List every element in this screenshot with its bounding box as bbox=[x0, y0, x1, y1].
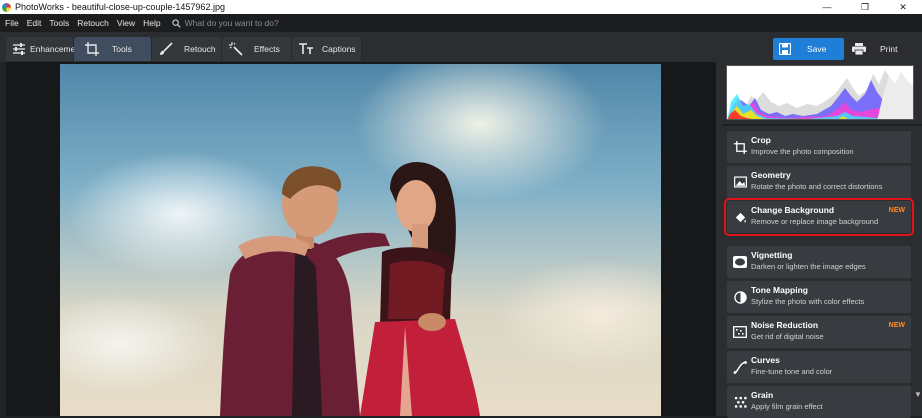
tool-tone-mapping[interactable]: Tone Mapping Stylize the photo with colo… bbox=[727, 281, 911, 313]
search-icon bbox=[172, 18, 181, 28]
menu-file[interactable]: File bbox=[2, 18, 22, 28]
tab-label: Retouch bbox=[184, 44, 216, 54]
menu-help[interactable]: Help bbox=[140, 18, 163, 28]
floppy-disk-icon bbox=[779, 43, 791, 55]
new-badge: NEW bbox=[888, 207, 905, 214]
save-button[interactable]: Save bbox=[773, 38, 844, 60]
tab-label: Tools bbox=[112, 44, 132, 54]
tool-text: Vignetting Darken or lighten the image e… bbox=[751, 246, 866, 272]
sliders-icon bbox=[12, 41, 26, 57]
tab-tools[interactable]: Tools bbox=[74, 37, 152, 61]
tool-description: Stylize the photo with color effects bbox=[751, 297, 865, 306]
tool-change-background[interactable]: Change Background Remove or replace imag… bbox=[724, 198, 914, 236]
toolbar: Enhancement Tools Retouch Effects Captio… bbox=[0, 32, 922, 62]
tool-vignetting[interactable]: Vignetting Darken or lighten the image e… bbox=[727, 246, 911, 278]
search-box[interactable]: What do you want to do? bbox=[172, 18, 279, 28]
tab-effects[interactable]: Effects bbox=[222, 37, 292, 61]
search-placeholder: What do you want to do? bbox=[184, 18, 279, 28]
tool-name: Change Background bbox=[751, 205, 835, 215]
magic-wand-icon bbox=[228, 41, 244, 57]
tool-text: Noise Reduction Get rid of digital noise bbox=[751, 316, 824, 342]
minimize-button[interactable]: — bbox=[808, 0, 846, 14]
tool-description: Darken or lighten the image edges bbox=[751, 262, 866, 271]
tool-text: Curves Fine-tune tone and color bbox=[751, 351, 832, 377]
tool-name: Vignetting bbox=[751, 250, 793, 260]
tab-label: Captions bbox=[322, 44, 356, 54]
tool-description: Rotate the photo and correct distortions bbox=[751, 182, 883, 191]
tab-captions[interactable]: Captions bbox=[292, 37, 362, 61]
tool-name: Noise Reduction bbox=[751, 320, 819, 330]
brush-icon bbox=[158, 41, 174, 57]
window-title: PhotoWorks - beautiful-close-up-couple-1… bbox=[15, 2, 225, 12]
tool-noise-reduction[interactable]: Noise Reduction Get rid of digital noise… bbox=[727, 316, 911, 348]
title-bar: PhotoWorks - beautiful-close-up-couple-1… bbox=[0, 0, 922, 14]
print-label: Print bbox=[880, 44, 898, 54]
tool-name: Curves bbox=[751, 355, 780, 365]
tool-description: Remove or replace image background bbox=[751, 217, 879, 226]
menu-retouch[interactable]: Retouch bbox=[74, 18, 112, 28]
crop-icon bbox=[731, 131, 749, 163]
text-icon bbox=[298, 41, 314, 57]
tool-crop[interactable]: Crop Improve the photo composition bbox=[727, 131, 911, 163]
tool-curves[interactable]: Curves Fine-tune tone and color bbox=[727, 351, 911, 383]
menu-bar: File Edit Tools Retouch View Help What d… bbox=[0, 14, 922, 32]
menu-edit[interactable]: Edit bbox=[24, 18, 45, 28]
tool-geometry[interactable]: Geometry Rotate the photo and correct di… bbox=[727, 166, 911, 198]
tool-text: Tone Mapping Stylize the photo with colo… bbox=[751, 281, 864, 307]
crop-icon bbox=[84, 41, 100, 57]
tool-text: Change Background Remove or replace imag… bbox=[751, 201, 878, 227]
tool-description: Improve the photo composition bbox=[751, 147, 854, 156]
tool-name: Crop bbox=[751, 135, 771, 145]
scroll-down-arrow-icon[interactable]: ▼ bbox=[914, 390, 922, 399]
curves-icon bbox=[731, 351, 749, 383]
paint-bucket-icon bbox=[731, 201, 749, 233]
menu-view[interactable]: View bbox=[114, 18, 138, 28]
tool-name: Geometry bbox=[751, 170, 791, 180]
tool-description: Get rid of digital noise bbox=[751, 332, 824, 341]
printer-icon bbox=[852, 43, 866, 55]
tab-retouch[interactable]: Retouch bbox=[152, 37, 222, 61]
tone-icon bbox=[731, 281, 749, 313]
new-badge: NEW bbox=[888, 322, 905, 329]
close-button[interactable]: ✕ bbox=[884, 0, 922, 14]
tab-enhancement[interactable]: Enhancement bbox=[6, 37, 82, 61]
tab-bar: Enhancement Tools Retouch Effects Captio… bbox=[6, 37, 362, 61]
menu-tools[interactable]: Tools bbox=[46, 18, 72, 28]
photo-canvas[interactable] bbox=[6, 62, 716, 416]
photo-preview bbox=[60, 64, 661, 416]
panel-separator bbox=[722, 124, 922, 126]
tool-grain[interactable]: Grain Apply film grain effect bbox=[727, 386, 911, 418]
grain-icon bbox=[731, 386, 749, 418]
print-button[interactable]: Print bbox=[848, 38, 916, 60]
tool-name: Tone Mapping bbox=[751, 285, 808, 295]
geometry-icon bbox=[731, 166, 749, 198]
right-panel: Crop Improve the photo composition Geome… bbox=[722, 62, 922, 418]
save-label: Save bbox=[807, 44, 827, 54]
couple-photo bbox=[220, 162, 480, 416]
noise-icon bbox=[731, 316, 749, 348]
tool-description: Apply film grain effect bbox=[751, 402, 823, 411]
tool-text: Crop Improve the photo composition bbox=[751, 131, 854, 157]
histogram bbox=[726, 65, 914, 120]
tool-text: Geometry Rotate the photo and correct di… bbox=[751, 166, 882, 192]
tool-text: Grain Apply film grain effect bbox=[751, 386, 823, 412]
maximize-button[interactable]: ❐ bbox=[846, 0, 884, 14]
tool-name: Grain bbox=[751, 390, 774, 400]
tool-description: Fine-tune tone and color bbox=[751, 367, 833, 376]
tab-label: Effects bbox=[254, 44, 280, 54]
app-logo-icon bbox=[2, 2, 11, 12]
vignette-icon bbox=[731, 246, 749, 278]
